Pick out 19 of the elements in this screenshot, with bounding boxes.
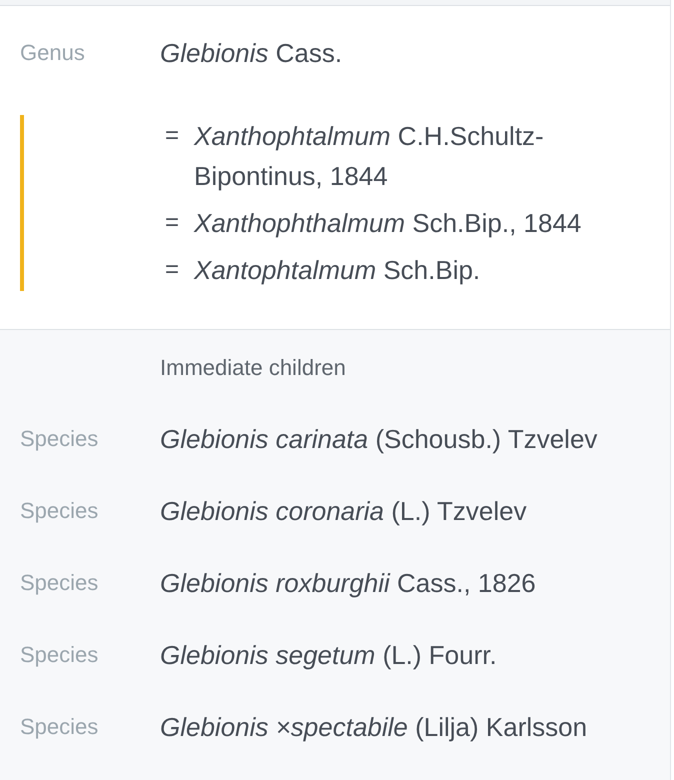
- synonym-name: Xantophtalmum Sch.Bip.: [194, 254, 480, 287]
- rank-label: Species: [20, 569, 100, 597]
- rank-label: Species: [20, 497, 100, 525]
- child-taxon-name[interactable]: Glebionis roxburghii Cass., 1826: [160, 568, 536, 598]
- equals-sign: =: [165, 255, 180, 285]
- rank-label: Species: [20, 425, 100, 453]
- child-taxon-name[interactable]: Glebionis coronaria (L.) Tzvelev: [160, 496, 527, 526]
- equals-sign: =: [165, 121, 180, 151]
- synonym-name: Xanthophtalmum C.H.Schultz-Bipontinus, 1844: [194, 120, 545, 193]
- child-taxon-name[interactable]: Glebionis ×spectabile (Lilja) Karlsson: [160, 712, 588, 742]
- rank-label: Species: [20, 713, 100, 741]
- rank-label: Species: [20, 641, 100, 669]
- taxon-name: Glebionis Cass.: [160, 38, 342, 68]
- synonym-name: Xanthophthalmum Sch.Bip., 1844: [194, 207, 582, 240]
- rank-label: Genus: [20, 39, 86, 67]
- child-taxon-name[interactable]: Glebionis segetum (L.) Fourr.: [160, 640, 497, 670]
- equals-sign: =: [165, 208, 180, 238]
- section-heading: Immediate children: [160, 354, 346, 382]
- child-taxon-name[interactable]: Glebionis carinata (Schousb.) Tzvelev: [160, 424, 598, 454]
